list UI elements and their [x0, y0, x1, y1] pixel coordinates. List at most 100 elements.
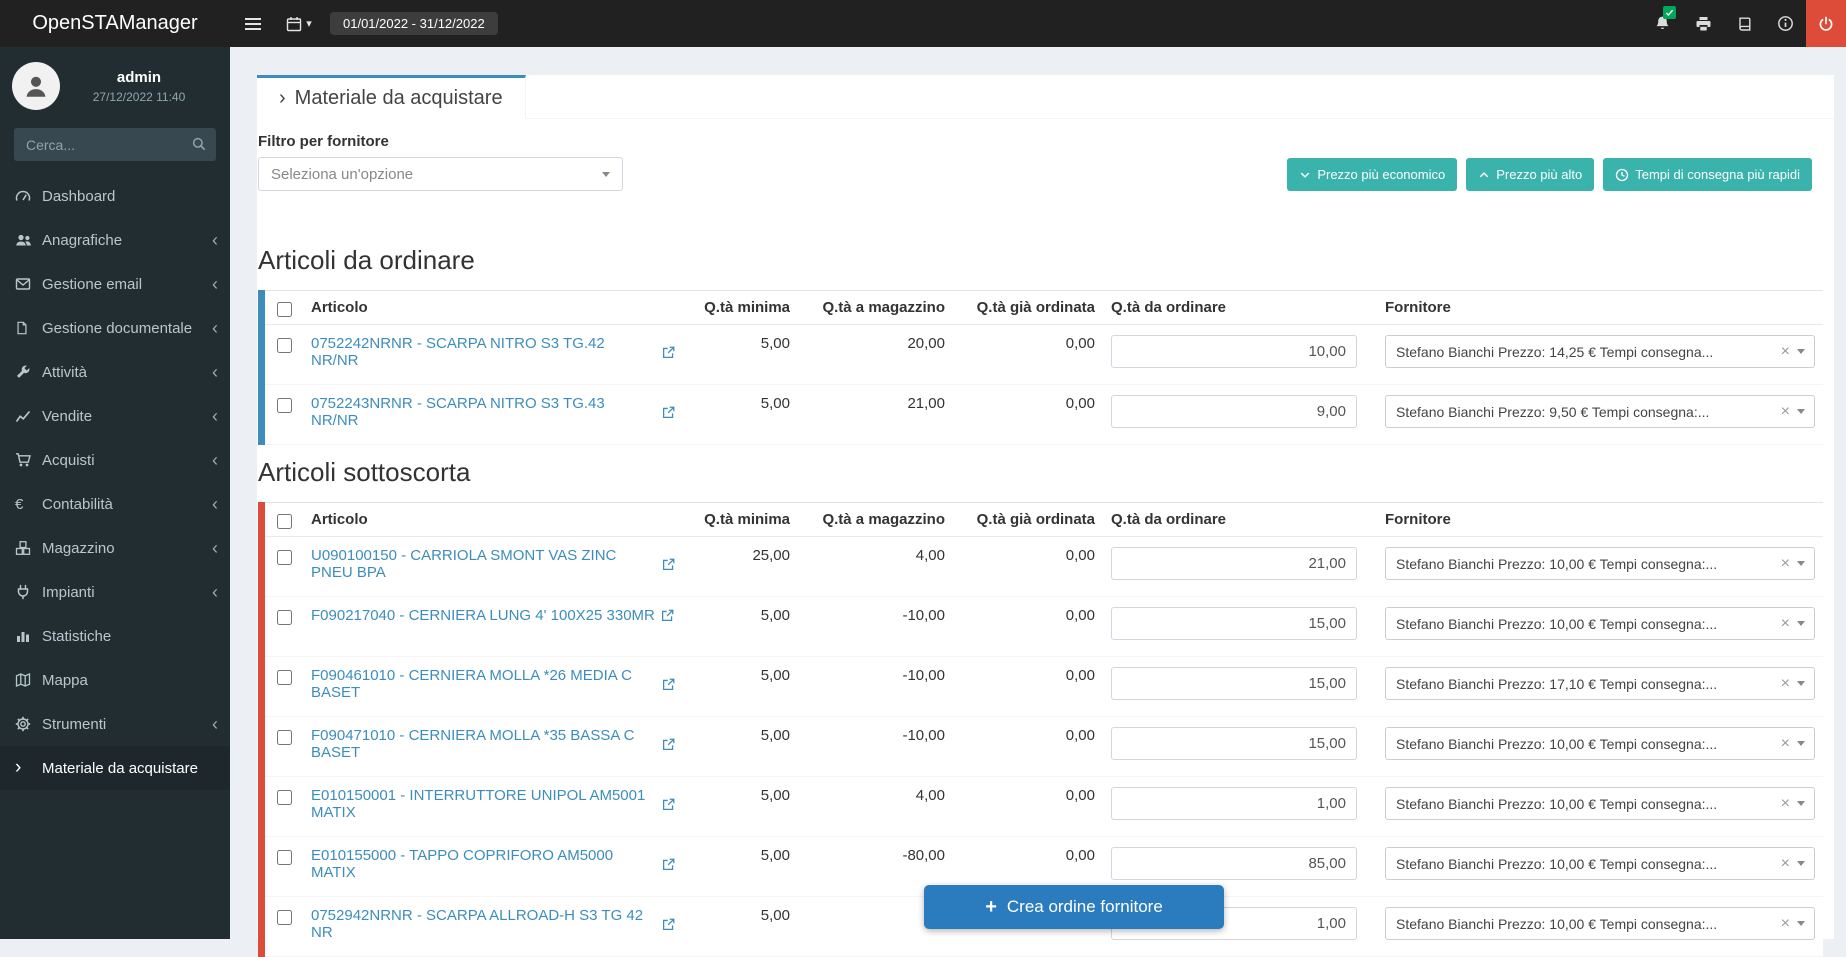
angle-right-icon: ›	[279, 87, 286, 110]
sort-cheapest-price-button[interactable]: Prezzo più economico	[1287, 158, 1457, 191]
sidebar-item-materiale-da-acquistare[interactable]: ›Materiale da acquistare	[0, 746, 230, 790]
row-checkbox[interactable]	[277, 670, 292, 685]
column-header: Q.tà a magazzino	[798, 503, 953, 537]
clear-selection-icon[interactable]: ×	[1781, 915, 1790, 933]
qty-min-value: 5,00	[683, 837, 798, 897]
sidebar-item-dashboard[interactable]: Dashboard	[0, 174, 230, 218]
row-checkbox[interactable]	[277, 338, 292, 353]
qty-ordered-value: 0,00	[953, 657, 1103, 717]
row-checkbox[interactable]	[277, 610, 292, 625]
supplier-select[interactable]: Stefano Bianchi Prezzo: 10,00 € Tempi co…	[1385, 547, 1815, 580]
sidebar-item-contabilita[interactable]: €Contabilità‹	[0, 482, 230, 526]
search-input[interactable]	[14, 128, 216, 161]
select-all-checkbox[interactable]	[277, 302, 292, 317]
qty-to-order-input[interactable]	[1111, 607, 1357, 640]
caret-down-icon	[1797, 349, 1805, 354]
date-range-badge[interactable]: 01/01/2022 - 31/12/2022	[330, 12, 498, 35]
external-link-icon	[662, 858, 675, 871]
sidebar-item-impianti[interactable]: Impianti‹	[0, 570, 230, 614]
article-code-name: 0752942NRNR - SCARPA ALLROAD-H S3 TG 42 …	[311, 907, 656, 941]
article-link[interactable]: F090217040 - CERNIERA LUNG 4' 100X25 330…	[311, 607, 674, 624]
article-code-name: U090100150 - CARRIOLA SMONT VAS ZINC PNE…	[311, 547, 656, 581]
sidebar-item-label: Mappa	[42, 672, 218, 689]
article-link[interactable]: 0752243NRNR - SCARPA NITRO S3 TG.43 NR/N…	[311, 395, 675, 429]
caret-down-icon	[1797, 681, 1805, 686]
qty-to-order-input[interactable]	[1111, 787, 1357, 820]
supplier-select[interactable]: Stefano Bianchi Prezzo: 17,10 € Tempi co…	[1385, 667, 1815, 700]
sidebar-item-vendite[interactable]: Vendite‹	[0, 394, 230, 438]
row-checkbox[interactable]	[277, 398, 292, 413]
sidebar-item-mappa[interactable]: Mappa	[0, 658, 230, 702]
create-supplier-order-button[interactable]: + Crea ordine fornitore	[924, 885, 1224, 929]
supplier-select[interactable]: Stefano Bianchi Prezzo: 10,00 € Tempi co…	[1385, 787, 1815, 820]
avatar[interactable]	[12, 62, 60, 110]
search-icon[interactable]	[192, 137, 206, 151]
app-logo[interactable]: OpenSTAManager	[0, 0, 230, 47]
clear-selection-icon[interactable]: ×	[1781, 555, 1790, 573]
article-link[interactable]: U090100150 - CARRIOLA SMONT VAS ZINC PNE…	[311, 547, 675, 581]
chevron-left-icon: ‹	[212, 231, 218, 249]
article-link[interactable]: 0752242NRNR - SCARPA NITRO S3 TG.42 NR/N…	[311, 335, 675, 369]
users-icon	[15, 232, 42, 248]
notifications-button[interactable]	[1642, 0, 1683, 47]
qty-to-order-input[interactable]	[1111, 847, 1357, 880]
info-icon	[1777, 15, 1794, 32]
clear-selection-icon[interactable]: ×	[1781, 795, 1790, 813]
sort-highest-price-button[interactable]: Prezzo più alto	[1466, 158, 1594, 191]
supplier-select[interactable]: Stefano Bianchi Prezzo: 10,00 € Tempi co…	[1385, 727, 1815, 760]
chevron-left-icon: ‹	[212, 319, 218, 337]
clear-selection-icon[interactable]: ×	[1781, 735, 1790, 753]
clear-selection-icon[interactable]: ×	[1781, 855, 1790, 873]
article-link[interactable]: 0752942NRNR - SCARPA ALLROAD-H S3 TG 42 …	[311, 907, 675, 941]
qty-to-order-input[interactable]	[1111, 395, 1357, 428]
tab-materiale-da-acquistare[interactable]: › Materiale da acquistare	[257, 75, 526, 119]
sidebar-item-gestione-email[interactable]: Gestione email‹	[0, 262, 230, 306]
article-link[interactable]: F090461010 - CERNIERA MOLLA *26 MEDIA C …	[311, 667, 675, 701]
sort-fastest-delivery-button[interactable]: Tempi di consegna più rapidi	[1603, 158, 1812, 191]
print-button[interactable]	[1683, 0, 1724, 47]
documentation-button[interactable]	[1724, 0, 1765, 47]
supplier-select[interactable]: Stefano Bianchi Prezzo: 9,50 € Tempi con…	[1385, 395, 1815, 428]
sort-button-label: Tempi di consegna più rapidi	[1635, 167, 1800, 182]
row-checkbox[interactable]	[277, 910, 292, 925]
article-link[interactable]: E010155000 - TAPPO COPRIFORO AM5000 MATI…	[311, 847, 675, 881]
clear-selection-icon[interactable]: ×	[1781, 675, 1790, 693]
caret-down-icon	[1797, 561, 1805, 566]
supplier-select[interactable]: Stefano Bianchi Prezzo: 14,25 € Tempi co…	[1385, 335, 1815, 368]
row-checkbox[interactable]	[277, 730, 292, 745]
supplier-filter-select[interactable]: Seleziona un'opzione	[258, 157, 623, 191]
article-link[interactable]: E010150001 - INTERRUTTORE UNIPOL AM5001 …	[311, 787, 675, 821]
select-all-checkbox[interactable]	[277, 514, 292, 529]
sidebar-item-gestione-documentale[interactable]: Gestione documentale‹	[0, 306, 230, 350]
sidebar-item-attivita[interactable]: Attività‹	[0, 350, 230, 394]
supplier-select[interactable]: Stefano Bianchi Prezzo: 10,00 € Tempi co…	[1385, 847, 1815, 880]
logout-button[interactable]	[1806, 0, 1846, 47]
chevron-up-icon	[1478, 169, 1490, 181]
supplier-select[interactable]: Stefano Bianchi Prezzo: 10,00 € Tempi co…	[1385, 607, 1815, 640]
sidebar-item-statistiche[interactable]: Statistiche	[0, 614, 230, 658]
article-code-name: 0752242NRNR - SCARPA NITRO S3 TG.42 NR/N…	[311, 335, 656, 369]
supplier-selected-value: Stefano Bianchi Prezzo: 10,00 € Tempi co…	[1396, 556, 1775, 572]
user-icon	[23, 73, 49, 99]
clear-selection-icon[interactable]: ×	[1781, 403, 1790, 421]
row-checkbox[interactable]	[277, 850, 292, 865]
clear-selection-icon[interactable]: ×	[1781, 343, 1790, 361]
section-articoli-da-ordinare: Articoli da ordinare ArticoloQ.tà minima…	[258, 245, 1812, 445]
sidebar-item-magazzino[interactable]: Magazzino‹	[0, 526, 230, 570]
calendar-button[interactable]: ▾	[276, 0, 322, 47]
qty-to-order-input[interactable]	[1111, 727, 1357, 760]
supplier-select[interactable]: Stefano Bianchi Prezzo: 10,00 € Tempi co…	[1385, 907, 1815, 940]
row-checkbox[interactable]	[277, 550, 292, 565]
qty-to-order-input[interactable]	[1111, 335, 1357, 368]
article-link[interactable]: F090471010 - CERNIERA MOLLA *35 BASSA C …	[311, 727, 675, 761]
sidebar-item-anagrafiche[interactable]: Anagrafiche‹	[0, 218, 230, 262]
sidebar-toggle-button[interactable]	[230, 0, 276, 47]
clear-selection-icon[interactable]: ×	[1781, 615, 1790, 633]
chevron-left-icon: ‹	[212, 539, 218, 557]
info-button[interactable]	[1765, 0, 1806, 47]
row-checkbox[interactable]	[277, 790, 292, 805]
sidebar-item-acquisti[interactable]: Acquisti‹	[0, 438, 230, 482]
qty-to-order-input[interactable]	[1111, 667, 1357, 700]
sidebar-item-strumenti[interactable]: Strumenti‹	[0, 702, 230, 746]
qty-to-order-input[interactable]	[1111, 547, 1357, 580]
